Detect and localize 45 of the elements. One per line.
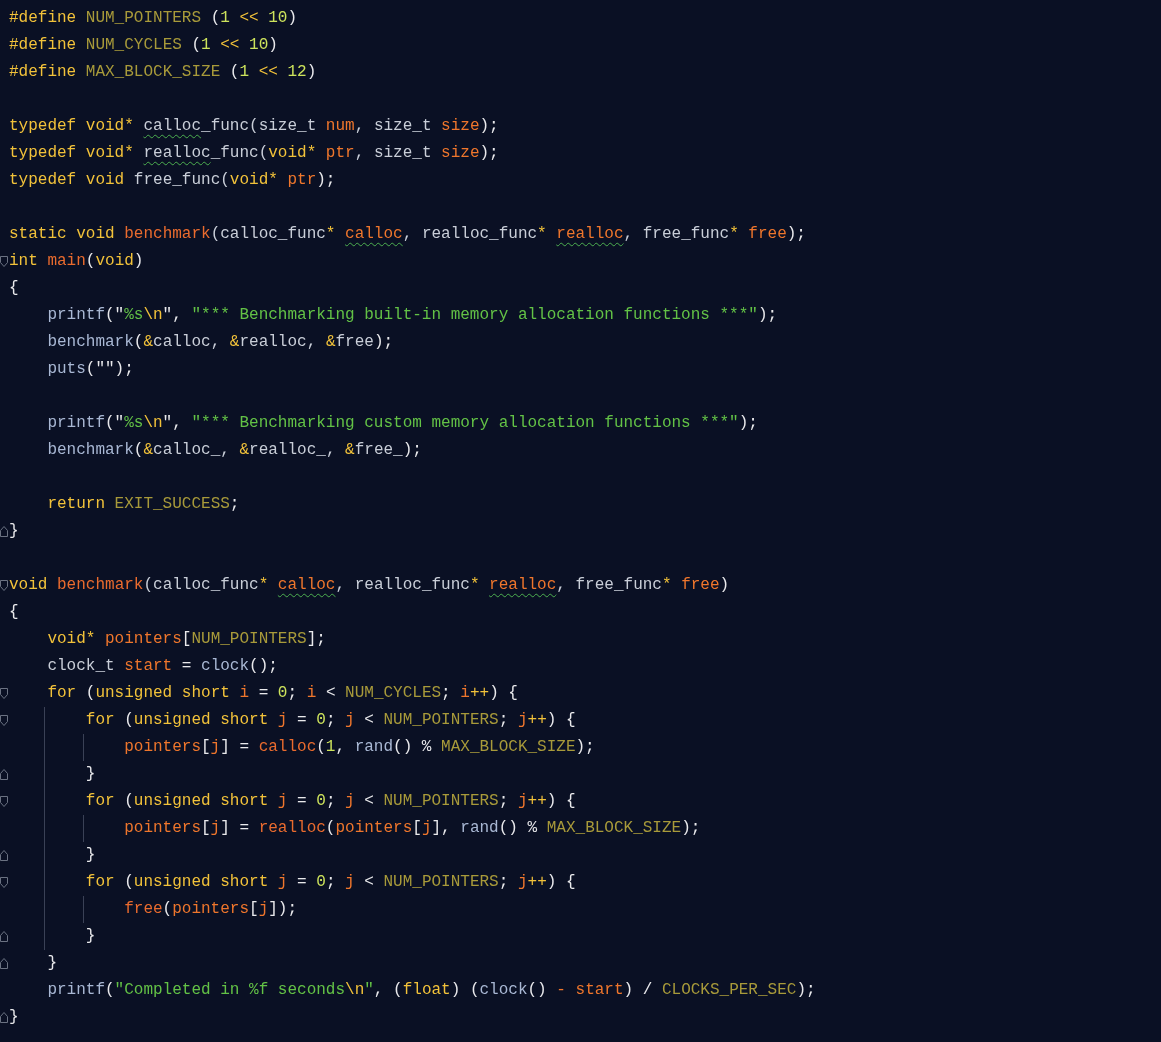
code-line: typedef void* calloc_func(size_t num, size_t size); [9,116,499,137]
fold-marker-icon[interactable] [0,688,8,699]
fold-marker-icon[interactable] [0,1012,8,1023]
code-line: } [47,953,57,974]
code-line: for (unsigned short j = 0; j < NUM_POINTERS; j++) { [85,872,576,893]
code-line: #define NUM_POINTERS (1 << 10) [9,8,298,29]
code-line: } [85,845,96,866]
code-line: printf("Completed in %f seconds\n", (float) (clock() - start) / CLOCKS_PER_SEC); [47,980,816,1001]
code-line: for (unsigned short i = 0; i < NUM_CYCLES; i++) { [47,683,518,704]
code-line: } [85,926,96,947]
fold-marker-icon[interactable] [0,769,8,780]
code-line: printf("%s\n", "*** Benchmarking custom memory allocation functions ***"); [47,413,758,434]
code-line: { [9,602,19,623]
code-line: for (unsigned short j = 0; j < NUM_POINTERS; j++) { [85,710,576,731]
code-line: free(pointers[j]); [124,899,298,920]
code-line: pointers[j] = realloc(pointers[j], rand() % MAX_BLOCK_SIZE); [124,818,701,839]
fold-marker-icon[interactable] [0,850,8,861]
code-line: printf("%s\n", "*** Benchmarking built-in memory allocation functions ***"); [47,305,778,326]
code-line: #define NUM_CYCLES (1 << 10) [9,35,278,56]
code-line: typedef void* realloc_func(void* ptr, size_t size); [9,143,499,164]
fold-marker-icon[interactable] [0,958,8,969]
code-line: puts(""); [47,359,134,380]
fold-marker-icon[interactable] [0,796,8,807]
code-line: benchmark(&calloc_, &realloc_, &free_); [47,440,422,461]
code-line: { [9,278,19,299]
fold-marker-icon[interactable] [0,256,8,267]
fold-marker-icon[interactable] [0,580,8,591]
code-line: #define MAX_BLOCK_SIZE (1 << 12) [9,62,317,83]
code-line: } [85,764,96,785]
code-line: static void benchmark(calloc_func* calloc, realloc_func* realloc, free_func* free); [9,224,806,245]
code-line: pointers[j] = calloc(1, rand() % MAX_BLOCK_SIZE); [124,737,595,758]
code-line: int main(void) [9,251,144,272]
fold-marker-icon[interactable] [0,526,8,537]
code-line: void benchmark(calloc_func* calloc, realloc_func* realloc, free_func* free) [9,575,730,596]
fold-marker-icon[interactable] [0,715,8,726]
code-line: } [9,1007,19,1028]
code-line: return EXIT_SUCCESS; [47,494,240,515]
code-line: benchmark(&calloc, &realloc, &free); [47,332,394,353]
code-line: typedef void free_func(void* ptr); [9,170,336,191]
code-line: void* pointers[NUM_POINTERS]; [47,629,326,650]
fold-marker-icon[interactable] [0,877,8,888]
code-line: for (unsigned short j = 0; j < NUM_POINTERS; j++) { [85,791,576,812]
code-line: } [9,521,19,542]
code-line: clock_t start = clock(); [47,656,278,677]
fold-marker-icon[interactable] [0,931,8,942]
